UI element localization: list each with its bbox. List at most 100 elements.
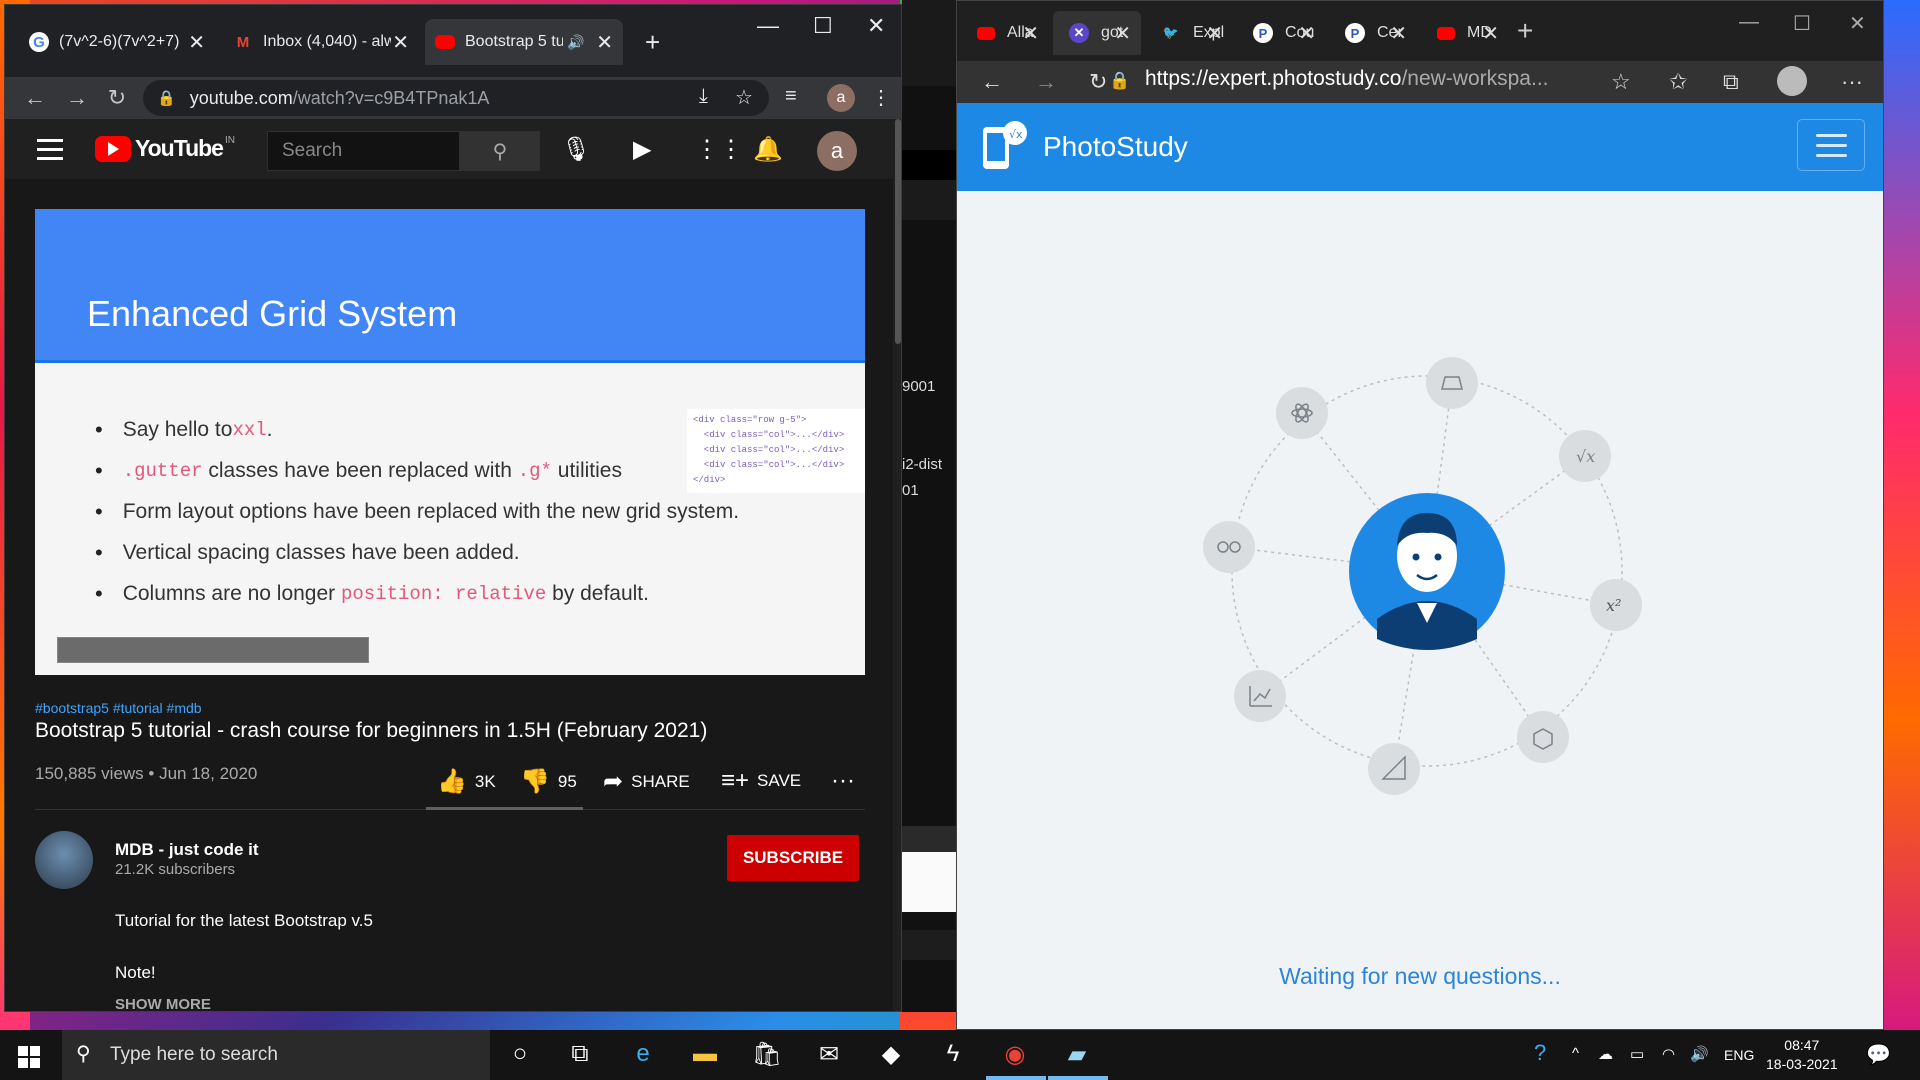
file-explorer-icon[interactable]: ▬ bbox=[688, 1040, 722, 1070]
maximize-button[interactable]: ☐ bbox=[1793, 11, 1811, 36]
close-icon[interactable]: ✕ bbox=[1206, 21, 1223, 46]
hamburger-menu-button[interactable] bbox=[1797, 119, 1865, 171]
close-icon[interactable]: ✕ bbox=[1482, 21, 1499, 46]
channel-name[interactable]: MDB - just code it bbox=[115, 840, 259, 860]
taskbar-search-input[interactable]: ⚲ Type here to search bbox=[62, 1030, 490, 1080]
language-indicator[interactable]: ENG bbox=[1724, 1047, 1754, 1063]
show-more-button[interactable]: SHOW MORE bbox=[115, 996, 211, 1011]
scrollbar[interactable] bbox=[893, 119, 901, 1011]
photostudy-logo-icon[interactable]: √x bbox=[979, 119, 1027, 173]
tab-youtube[interactable]: Alla ✕ bbox=[961, 11, 1049, 55]
close-icon[interactable]: ✕ bbox=[596, 30, 613, 55]
media-controls-icon[interactable]: ≡ bbox=[785, 85, 797, 108]
back-icon[interactable]: ← bbox=[15, 85, 55, 111]
minimize-button[interactable]: — bbox=[1739, 11, 1759, 34]
dropbox-icon[interactable]: ◆ bbox=[874, 1040, 908, 1070]
close-icon[interactable]: ✕ bbox=[1114, 21, 1131, 46]
apps-grid-icon[interactable]: ⋮⋮ bbox=[695, 135, 743, 164]
cortana-icon[interactable]: ○ bbox=[503, 1040, 537, 1070]
tab-p-site[interactable]: P Cer ✕ bbox=[1329, 11, 1417, 55]
speaker-icon[interactable]: 🔊 bbox=[567, 34, 584, 51]
winamp-icon[interactable]: ϟ bbox=[936, 1040, 970, 1070]
close-window-button[interactable]: ✕ bbox=[1849, 11, 1866, 36]
profile-avatar[interactable] bbox=[1777, 66, 1807, 96]
more-actions-icon[interactable]: ··· bbox=[831, 767, 863, 795]
notifications-icon[interactable]: 💬 bbox=[1866, 1042, 1891, 1067]
windows-start-icon[interactable] bbox=[18, 1046, 40, 1068]
play-icon bbox=[95, 135, 131, 162]
bookmark-star-icon[interactable]: ☆ bbox=[735, 85, 753, 110]
mail-icon[interactable]: ✉ bbox=[812, 1040, 846, 1070]
address-bar[interactable]: https://expert.photostudy.co/new-workspa… bbox=[1145, 67, 1549, 91]
new-tab-button[interactable]: + bbox=[645, 27, 660, 58]
close-icon[interactable]: ✕ bbox=[1390, 21, 1407, 46]
subscribe-button[interactable]: SUBSCRIBE bbox=[727, 835, 859, 881]
task-view-icon[interactable]: ⧉ bbox=[563, 1040, 597, 1070]
youtube-logo[interactable]: YouTube IN bbox=[95, 135, 235, 162]
forward-icon[interactable]: → bbox=[57, 85, 97, 111]
forward-icon[interactable]: → bbox=[1035, 69, 1057, 95]
store-icon[interactable]: 🛍 bbox=[750, 1040, 784, 1070]
wifi-icon[interactable]: ◠ bbox=[1662, 1045, 1675, 1063]
atom-icon[interactable] bbox=[1276, 387, 1328, 439]
close-icon[interactable]: ✕ bbox=[1298, 21, 1315, 46]
favorite-star-icon[interactable]: ☆ bbox=[1611, 69, 1631, 95]
save-button[interactable]: ≡+ SAVE bbox=[721, 767, 801, 795]
account-avatar[interactable]: a bbox=[817, 131, 857, 171]
help-icon[interactable]: ? bbox=[1534, 1040, 1546, 1066]
hashtags[interactable]: #bootstrap5 #tutorial #mdb bbox=[35, 700, 202, 716]
reload-icon[interactable]: ↻ bbox=[97, 85, 137, 111]
microphone-icon[interactable]: 🎙 bbox=[561, 135, 591, 164]
video-player[interactable]: Enhanced Grid System Say hello to xxl. .… bbox=[35, 209, 865, 675]
dislike-button[interactable]: 👎 95 bbox=[520, 767, 577, 796]
chevron-up-icon[interactable]: ^ bbox=[1572, 1045, 1579, 1062]
minimize-button[interactable]: — bbox=[757, 13, 779, 39]
share-button[interactable]: ➦ SHARE bbox=[603, 767, 690, 796]
favorites-list-icon[interactable]: ✩ bbox=[1669, 69, 1687, 95]
scrollbar-thumb[interactable] bbox=[895, 119, 901, 344]
volume-icon[interactable]: 🔊 bbox=[1690, 1045, 1709, 1063]
twitter-bird-icon: 🐦 bbox=[1162, 25, 1180, 40]
cube-icon[interactable] bbox=[1517, 711, 1569, 763]
search-button[interactable]: ⚲ bbox=[460, 131, 540, 171]
chrome-browser-icon[interactable]: ◉ bbox=[998, 1040, 1032, 1070]
maximize-button[interactable]: ☐ bbox=[813, 13, 833, 39]
svg-text:√x: √x bbox=[1576, 447, 1595, 466]
profile-avatar[interactable]: a bbox=[827, 84, 855, 112]
address-bar[interactable]: 🔒 youtube.com/watch?v=c9B4TPnak1A bbox=[143, 80, 769, 116]
close-window-button[interactable]: ✕ bbox=[867, 13, 885, 39]
graph-icon[interactable] bbox=[1234, 670, 1286, 722]
glasses-icon[interactable] bbox=[1203, 521, 1255, 573]
collections-icon[interactable]: ⧉ bbox=[1723, 69, 1739, 95]
close-icon[interactable]: ✕ bbox=[1022, 21, 1039, 46]
geometry-icon[interactable] bbox=[1426, 357, 1478, 409]
hamburger-menu-icon[interactable] bbox=[37, 139, 63, 166]
reload-icon[interactable]: ↻ bbox=[1089, 69, 1107, 95]
like-button[interactable]: 👍 3K bbox=[437, 767, 496, 796]
battery-icon[interactable]: ▭ bbox=[1630, 1045, 1644, 1063]
menu-dots-icon[interactable]: ··· bbox=[1841, 69, 1863, 95]
new-tab-button[interactable]: + bbox=[1517, 15, 1533, 47]
install-icon[interactable]: ⤓ bbox=[699, 85, 708, 108]
notifications-bell-icon[interactable]: 🔔 bbox=[753, 135, 783, 164]
bullet: Form layout options have been replaced w… bbox=[95, 491, 739, 532]
tab-photostudy[interactable]: ✕ got ✕ bbox=[1053, 11, 1141, 55]
tab-google-search[interactable]: G (7v^2-6)(7v^2+7) ✕ bbox=[19, 19, 215, 65]
close-icon[interactable]: ✕ bbox=[392, 30, 409, 55]
edge-browser-icon[interactable]: e bbox=[626, 1040, 660, 1070]
channel-avatar[interactable] bbox=[35, 831, 93, 889]
country-code: IN bbox=[224, 135, 235, 146]
search-input[interactable]: Search bbox=[267, 131, 460, 171]
back-icon[interactable]: ← bbox=[981, 69, 1003, 95]
menu-dots-icon[interactable]: ⋮ bbox=[871, 85, 891, 110]
clock[interactable]: 08:47 18-03-2021 bbox=[1766, 1036, 1838, 1074]
tab-p-site[interactable]: P Cou ✕ bbox=[1237, 11, 1325, 55]
onedrive-cloud-icon[interactable]: ☁ bbox=[1598, 1045, 1613, 1063]
tab-twitter[interactable]: 🐦 Expl ✕ bbox=[1145, 11, 1233, 55]
tab-youtube[interactable]: Bootstrap 5 tu 🔊 ✕ bbox=[425, 19, 623, 65]
tab-gmail[interactable]: M Inbox (4,040) - alw ✕ bbox=[223, 19, 419, 65]
notepad-icon[interactable]: ▰ bbox=[1060, 1040, 1094, 1070]
create-video-icon[interactable]: ▶ bbox=[633, 135, 651, 164]
tab-youtube[interactable]: MD ✕ bbox=[1421, 11, 1509, 55]
close-icon[interactable]: ✕ bbox=[188, 30, 205, 55]
